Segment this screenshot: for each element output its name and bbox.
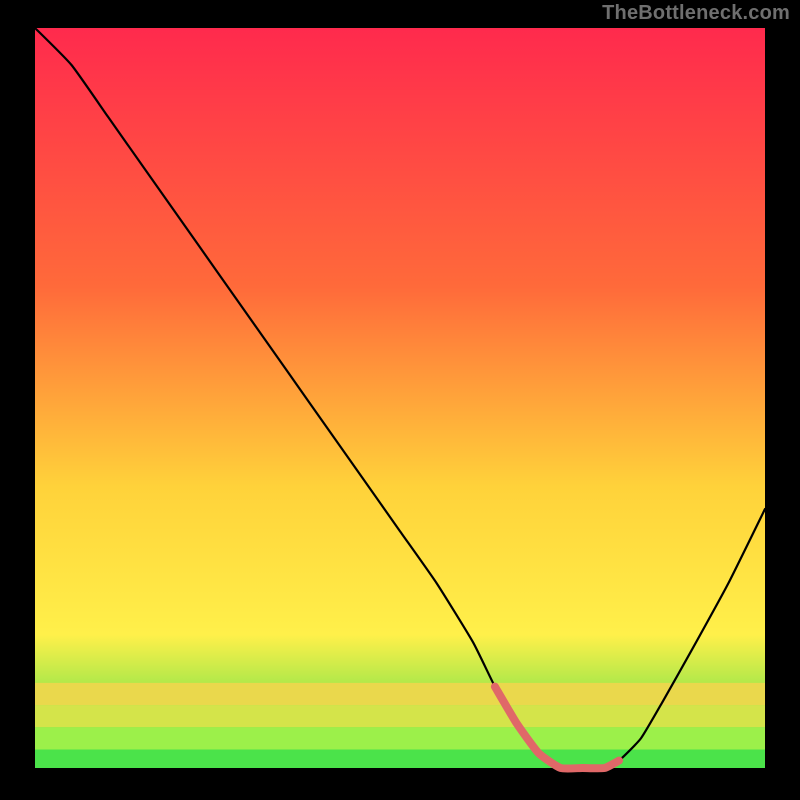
- chart-stage: { "watermark": "TheBottleneck.com", "col…: [0, 0, 800, 800]
- bottom-band: [35, 750, 765, 769]
- plot-gradient-background: [35, 28, 765, 768]
- bottom-band: [35, 727, 765, 749]
- bottom-band: [35, 683, 765, 705]
- bottleneck-chart: [0, 0, 800, 800]
- bottom-color-bands: [35, 683, 765, 768]
